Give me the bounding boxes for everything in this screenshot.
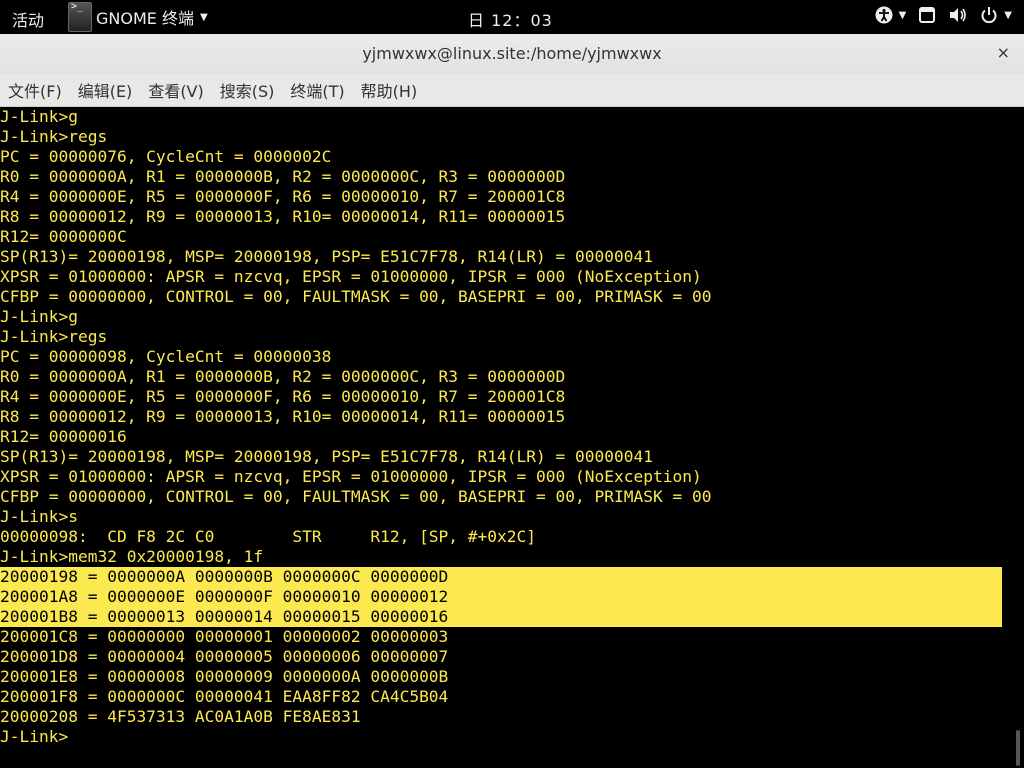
terminal-line: 200001C8 = 00000000 00000001 00000002 00…: [0, 627, 449, 646]
window-icon[interactable]: [918, 6, 936, 24]
terminal-line: R8 = 00000012, R9 = 00000013, R10= 00000…: [0, 207, 566, 226]
terminal-line-selected: 20000198 = 0000000A 0000000B 0000000C 00…: [0, 567, 1002, 587]
terminal-line: J-Link>regs: [0, 327, 108, 346]
terminal-line: J-Link>mem32 0x20000198, 1f: [0, 547, 264, 566]
terminal-line: XPSR = 01000000: APSR = nzcvq, EPSR = 01…: [0, 467, 702, 486]
terminal-line: 200001E8 = 00000008 00000009 0000000A 00…: [0, 667, 449, 686]
scrollbar-thumb[interactable]: [1016, 730, 1020, 766]
terminal-line: R0 = 0000000A, R1 = 0000000B, R2 = 00000…: [0, 167, 566, 186]
terminal-line: SP(R13)= 20000198, MSP= 20000198, PSP= E…: [0, 247, 653, 266]
clock[interactable]: 日 12：03: [468, 7, 553, 31]
terminal-line: CFBP = 00000000, CONTROL = 00, FAULTMASK…: [0, 487, 712, 506]
terminal-output[interactable]: J-Link>g J-Link>regs PC = 00000076, CycleC…: [0, 107, 1012, 768]
chevron-down-icon: ▼: [199, 11, 208, 23]
terminal-text: J-Link>g J-Link>regs PC = 00000076, CycleC…: [0, 107, 1012, 747]
accessibility-icon[interactable]: [875, 6, 893, 24]
menu-search[interactable]: 搜索(S): [220, 78, 275, 102]
terminal-line: J-Link>: [0, 727, 69, 746]
terminal-line: R0 = 0000000A, R1 = 0000000B, R2 = 00000…: [0, 367, 566, 386]
menu-terminal[interactable]: 终端(T): [290, 78, 344, 102]
terminal-line: R8 = 00000012, R9 = 00000013, R10= 00000…: [0, 407, 566, 426]
window-titlebar[interactable]: yjmwxwx@linux.site:/home/yjmwxwx ×: [0, 34, 1024, 74]
volume-icon[interactable]: [948, 6, 968, 24]
terminal-line: 00000098: CD F8 2C C0 STR R12, [SP, #+0x…: [0, 527, 537, 546]
menu-edit[interactable]: 编辑(E): [78, 78, 133, 102]
terminal-line: J-Link>g: [0, 307, 78, 326]
activities-button[interactable]: 活动: [12, 7, 44, 31]
terminal-line: 200001D8 = 00000004 00000005 00000006 00…: [0, 647, 449, 666]
window-title: yjmwxwx@linux.site:/home/yjmwxwx: [362, 44, 662, 63]
menu-view[interactable]: 查看(V): [148, 78, 203, 102]
terminal-line: SP(R13)= 20000198, MSP= 20000198, PSP= E…: [0, 447, 653, 466]
app-menu[interactable]: >_ GNOME 终端 ▼: [68, 1, 208, 32]
terminal-line: XPSR = 01000000: APSR = nzcvq, EPSR = 01…: [0, 267, 702, 286]
terminal-line: PC = 00000098, CycleCnt = 00000038: [0, 347, 332, 366]
terminal-line: 20000208 = 4F537313 AC0A1A0B FE8AE831: [0, 707, 361, 726]
chevron-down-icon[interactable]: ▼: [899, 10, 907, 21]
terminal-line: R4 = 0000000E, R5 = 0000000F, R6 = 00000…: [0, 387, 566, 406]
menu-help[interactable]: 帮助(H): [361, 78, 418, 102]
chevron-down-icon[interactable]: ▼: [1004, 10, 1012, 21]
terminal-line: J-Link>g: [0, 107, 78, 126]
system-tray[interactable]: ▼ ▼: [875, 6, 1012, 24]
app-name: GNOME 终端: [96, 9, 194, 28]
close-icon[interactable]: ×: [997, 43, 1010, 62]
terminal-line: R4 = 0000000E, R5 = 0000000F, R6 = 00000…: [0, 187, 566, 206]
terminal-line: J-Link>regs: [0, 127, 108, 146]
terminal-line: CFBP = 00000000, CONTROL = 00, FAULTMASK…: [0, 287, 712, 306]
terminal-line: PC = 00000076, CycleCnt = 0000002C: [0, 147, 332, 166]
terminal-line-selected: 200001B8 = 00000013 00000014 00000015 00…: [0, 607, 1002, 627]
terminal-line: 200001F8 = 0000000C 00000041 EAA8FF82 CA…: [0, 687, 449, 706]
gnome-top-bar: 活动 >_ GNOME 终端 ▼ 日 12：03 ▼ ▼: [0, 0, 1024, 34]
scrollbar[interactable]: [1012, 107, 1024, 768]
menu-file[interactable]: 文件(F): [8, 78, 62, 102]
menu-bar: 文件(F) 编辑(E) 查看(V) 搜索(S) 终端(T) 帮助(H): [0, 74, 1024, 107]
terminal-line: R12= 0000000C: [0, 227, 127, 246]
power-icon[interactable]: [980, 6, 998, 24]
terminal-icon: >_: [68, 1, 92, 32]
terminal-line: J-Link>s: [0, 507, 78, 526]
terminal-line-selected: 200001A8 = 0000000E 0000000F 00000010 00…: [0, 587, 1002, 607]
terminal-line: R12= 00000016: [0, 427, 127, 446]
